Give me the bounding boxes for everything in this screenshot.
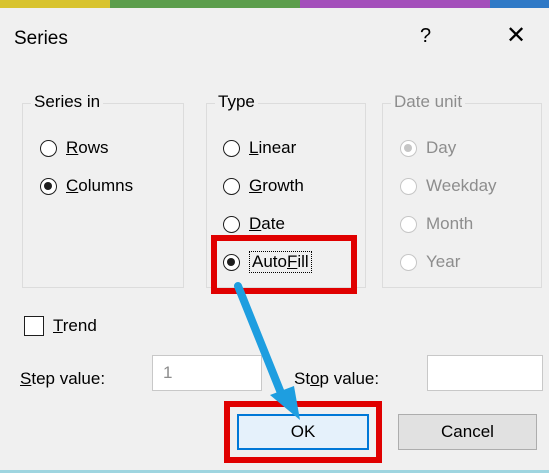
- arrow-shaft: [234, 282, 287, 402]
- arrow-head: [270, 386, 300, 420]
- pointer-arrow-icon: [234, 282, 300, 420]
